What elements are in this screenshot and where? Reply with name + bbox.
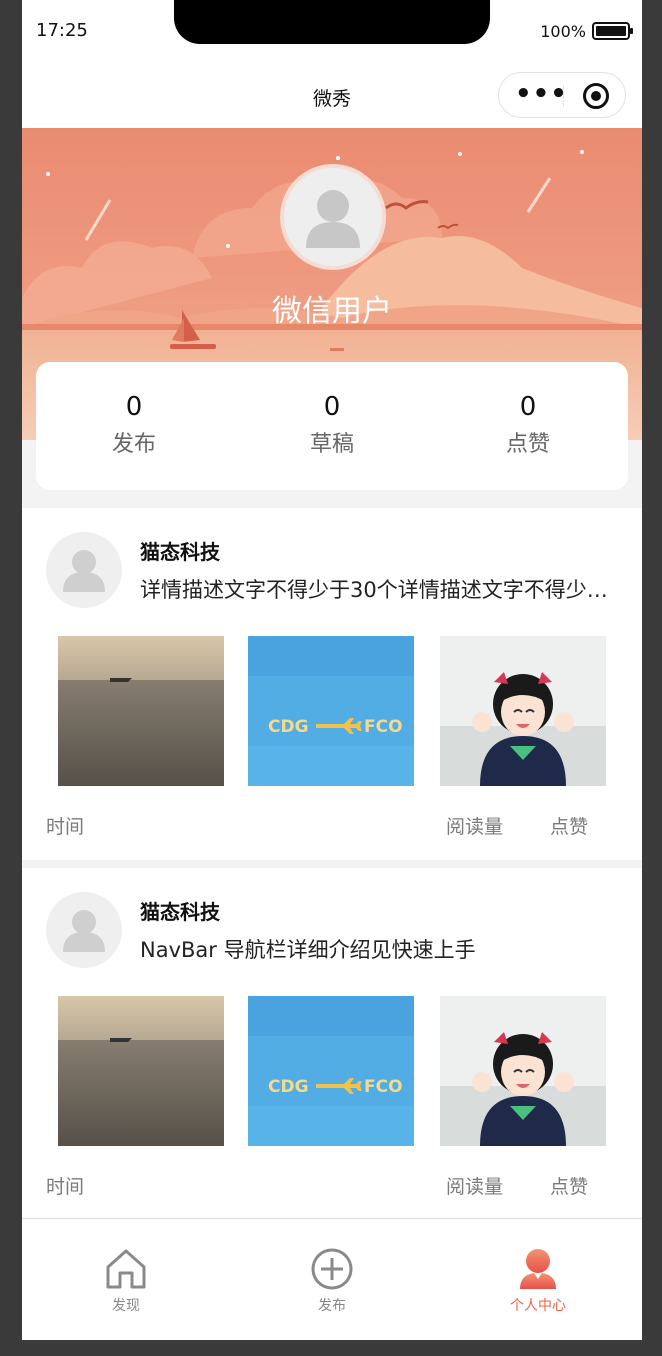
post-author: 猫态科技 — [140, 900, 220, 924]
anime-girl-image — [440, 996, 606, 1146]
status-time: 17:25 — [36, 20, 88, 41]
stat-drafts-label: 草稿 — [309, 432, 354, 457]
tab-bar: 发现 发布 个人中心 — [22, 1218, 642, 1340]
stat-likes-value: 0 — [519, 392, 537, 422]
stat-likes-label: 点赞 — [505, 432, 550, 457]
post-description: NavBar 导航栏详细介绍见快速上手 — [140, 938, 476, 962]
user-avatar[interactable] — [280, 164, 386, 270]
person-icon — [520, 1249, 556, 1289]
post-image-sea[interactable] — [58, 636, 224, 786]
username: 微信用户 — [272, 294, 392, 329]
post-author-avatar — [46, 892, 122, 968]
tab-label-publish: 发布 — [318, 1298, 346, 1314]
post-time: 时间 — [46, 816, 85, 838]
post-likes[interactable]: 点赞 — [550, 1172, 588, 1199]
battery-icon — [592, 22, 633, 40]
status-bar: 17:25 100% — [22, 0, 642, 62]
nav-bar: 微秀 ••• — [22, 62, 642, 128]
flight-to: FCO — [364, 1077, 403, 1097]
camera-notch — [174, 0, 490, 44]
anime-girl-image — [440, 636, 606, 786]
flight-image: CDG FCO — [248, 636, 414, 786]
post-author: 猫态科技 — [140, 540, 220, 564]
stats-card: 0 发布 0 草稿 0 点赞 — [36, 362, 628, 490]
default-user-avatar-icon — [306, 190, 360, 248]
post-card[interactable]: 猫态科技 详情描述文字不得少于30个详情描述文字不得少于30个详情描述文字 CD… — [22, 508, 642, 860]
stat-published[interactable]: 0 发布 — [54, 392, 214, 458]
post-image-anime[interactable] — [440, 996, 606, 1146]
stat-published-label: 发布 — [111, 432, 156, 457]
post-reads: 阅读量 — [446, 1176, 504, 1198]
capsule-divider — [563, 85, 564, 107]
stat-likes[interactable]: 0 点赞 — [448, 392, 608, 458]
stat-drafts-value: 0 — [323, 392, 341, 422]
default-user-avatar-icon — [63, 910, 105, 952]
stat-published-value: 0 — [125, 392, 143, 422]
sea-photo-image — [58, 636, 224, 786]
tab-label-discover: 发现 — [112, 1298, 140, 1314]
tab-label-profile: 个人中心 — [510, 1298, 566, 1314]
battery-percent: 100% — [540, 22, 586, 41]
post-image-anime[interactable] — [440, 636, 606, 786]
phone-screen: 17:25 100% 微秀 ••• 微信用户 0 发布 0 草稿 0 点赞 猫态… — [22, 0, 642, 1340]
sea-photo-image — [58, 996, 224, 1146]
tab-discover[interactable]: 发现 — [66, 1247, 186, 1315]
post-likes[interactable]: 点赞 — [550, 812, 588, 839]
tab-profile[interactable]: 个人中心 — [478, 1247, 598, 1315]
flight-to: FCO — [364, 717, 403, 737]
flight-from: CDG — [268, 717, 309, 737]
post-image-sea[interactable] — [58, 996, 224, 1146]
home-icon — [106, 1249, 146, 1289]
stat-drafts[interactable]: 0 草稿 — [252, 392, 412, 458]
flight-from: CDG — [268, 1077, 309, 1097]
post-time: 时间 — [46, 1176, 85, 1198]
post-card[interactable]: 猫态科技 NavBar 导航栏详细介绍见快速上手 CDG FCO 时间 阅读量 … — [22, 868, 642, 1220]
record-circle-icon[interactable] — [583, 83, 609, 109]
post-reads: 阅读量 — [446, 816, 504, 838]
flight-image: CDG FCO — [248, 996, 414, 1146]
mini-program-capsule: ••• — [498, 72, 626, 118]
post-image-flight[interactable]: CDG FCO — [248, 636, 414, 786]
default-user-avatar-icon — [63, 550, 105, 592]
post-description: 详情描述文字不得少于30个详情描述文字不得少于30个详情描述文字 — [140, 578, 620, 602]
post-author-avatar — [46, 532, 122, 608]
plus-circle-icon — [311, 1248, 353, 1290]
tab-publish[interactable]: 发布 — [272, 1247, 392, 1315]
post-image-flight[interactable]: CDG FCO — [248, 996, 414, 1146]
more-dots-icon[interactable]: ••• — [515, 81, 568, 107]
